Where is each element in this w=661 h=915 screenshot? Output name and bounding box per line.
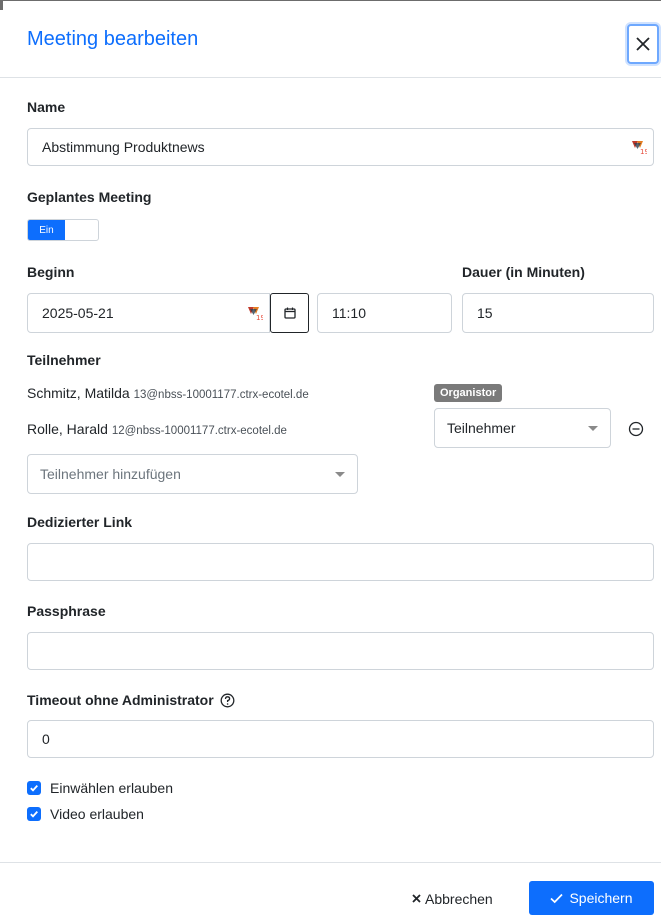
duration-value: 15 xyxy=(477,305,493,321)
video-label: Video erlauben xyxy=(50,806,144,822)
dial-in-label: Einwählen erlauben xyxy=(50,780,173,796)
cancel-button[interactable]: Abbrechen xyxy=(412,882,493,915)
name-label: Name xyxy=(27,99,66,115)
remove-circle-icon[interactable] xyxy=(627,420,645,438)
duration-label: Dauer (in Minuten) xyxy=(462,264,585,280)
participant-role-value: Teilnehmer xyxy=(447,420,516,436)
participant-row: Rolle, Harald 12@nbss-10001177.ctrx-ecot… xyxy=(27,421,287,437)
calendar-icon xyxy=(283,307,296,319)
dialog-header: Meeting bearbeiten xyxy=(0,6,661,78)
begin-label: Beginn xyxy=(27,264,75,280)
checkbox-check-icon xyxy=(27,781,41,795)
help-circle-icon[interactable] xyxy=(220,693,235,708)
passphrase-input[interactable] xyxy=(27,632,654,670)
participant-name: Rolle, Harald xyxy=(27,421,108,437)
chevron-down-icon xyxy=(335,472,345,477)
chevron-down-icon xyxy=(588,426,598,431)
duration-input[interactable]: 15 xyxy=(462,293,654,333)
scheduled-toggle-on: Ein xyxy=(28,220,65,240)
name-input[interactable]: Abstimmung Produktnews 19 xyxy=(27,128,654,166)
close-icon xyxy=(636,37,650,51)
dedicated-link-input[interactable] xyxy=(27,543,654,581)
cancel-label: Abbrechen xyxy=(425,890,493,907)
begin-time-input[interactable]: 11:10 xyxy=(317,293,452,333)
scheduled-toggle[interactable]: Ein xyxy=(27,219,99,241)
dial-in-checkbox[interactable]: Einwählen erlauben xyxy=(27,780,173,796)
password-manager-icon[interactable]: 19 xyxy=(631,139,647,155)
participant-row: Schmitz, Matilda 13@nbss-10001177.ctrx-e… xyxy=(27,385,309,401)
participant-email: 12@nbss-10001177.ctrx-ecotel.de xyxy=(111,425,287,437)
participant-email: 13@nbss-10001177.ctrx-ecotel.de xyxy=(133,389,309,401)
add-participant-select[interactable]: Teilnehmer hinzufügen xyxy=(27,454,358,494)
passphrase-label: Passphrase xyxy=(27,603,106,619)
participant-name: Schmitz, Matilda xyxy=(27,385,130,401)
svg-text:19: 19 xyxy=(256,314,263,321)
timeout-label: Timeout ohne Administrator xyxy=(27,692,214,708)
dedicated-link-label: Dedizierter Link xyxy=(27,514,133,530)
participants-label: Teilnehmer xyxy=(27,352,101,368)
timeout-input[interactable]: 0 xyxy=(27,720,654,758)
save-button[interactable]: Speichern xyxy=(529,881,654,915)
scheduled-label: Geplantes Meeting xyxy=(27,189,152,205)
timeout-value: 0 xyxy=(42,731,50,747)
name-input-value: Abstimmung Produktnews xyxy=(42,139,205,155)
begin-date-value: 2025-05-21 xyxy=(42,305,114,321)
x-icon xyxy=(412,894,421,903)
begin-time-value: 11:10 xyxy=(332,305,366,321)
save-label: Speichern xyxy=(569,890,633,906)
begin-date-input[interactable]: 2025-05-21 19 xyxy=(27,293,270,333)
add-participant-placeholder: Teilnehmer hinzufügen xyxy=(40,466,181,482)
close-button[interactable] xyxy=(627,24,659,64)
footer-divider xyxy=(0,862,661,863)
dialog-title: Meeting bearbeiten xyxy=(27,28,199,50)
organizer-badge: Organistor xyxy=(434,384,503,402)
calendar-button[interactable] xyxy=(270,293,309,333)
svg-text:19: 19 xyxy=(640,148,647,155)
checkbox-check-icon xyxy=(27,807,41,821)
participant-role-select[interactable]: Teilnehmer xyxy=(434,408,611,448)
timeout-label-row: Timeout ohne Administrator xyxy=(27,692,235,708)
checkmark-icon xyxy=(550,893,564,903)
password-manager-icon[interactable]: 19 xyxy=(247,305,263,321)
video-checkbox[interactable]: Video erlauben xyxy=(27,806,144,822)
